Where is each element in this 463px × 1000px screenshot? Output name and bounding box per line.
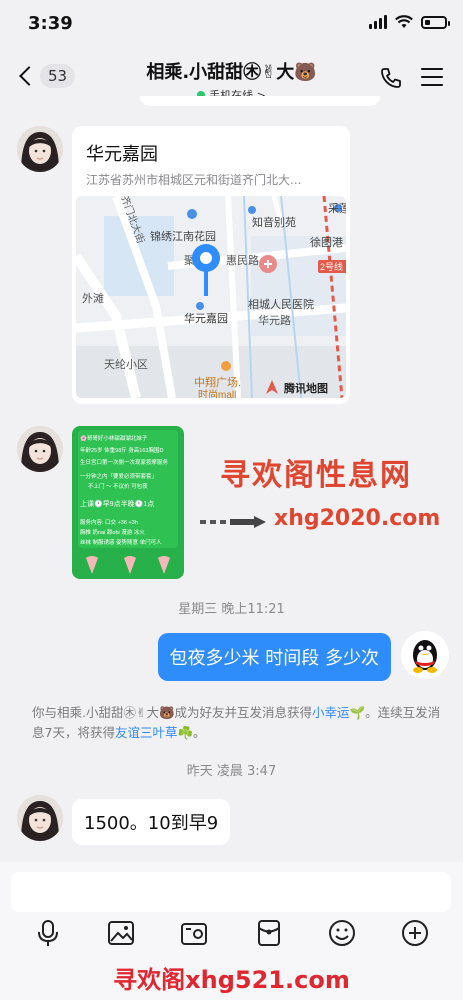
map-provider: 腾讯地图 <box>284 381 328 395</box>
watermark-site-name: 寻欢阁性息网 <box>220 458 412 493</box>
map-label-jinxiu: 锦绣江南花园 <box>150 229 216 243</box>
battery-icon <box>421 15 450 29</box>
map-label-line2: 2号线 <box>320 261 343 272</box>
image-line: 生日宫口第一次侧一次现家按摩服务 <box>80 458 169 466</box>
contact-avatar[interactable] <box>17 426 63 472</box>
back-button[interactable]: 53 <box>18 64 76 88</box>
image-line: 上课🕐早9点半晚🕐1点 <box>80 499 154 508</box>
watermark: 寻欢阁性息网 xhg2020.com <box>200 450 462 560</box>
map-label-tianlun: 天纶小区 <box>104 357 148 371</box>
map-label-huayuan: 华元嘉园 <box>184 311 228 325</box>
location-message-card[interactable]: 华元嘉园 江苏省苏州市相城区元和街道齐门北大... 外滩 天纶小区 锦绣江南花园… <box>72 126 350 404</box>
image-icon[interactable] <box>106 918 136 948</box>
incoming-message[interactable]: 1500。10到早9 <box>72 799 231 845</box>
plus-icon[interactable] <box>400 918 430 948</box>
location-name: 华元嘉园 <box>86 144 158 165</box>
map-label-zhiyin: 知音别苑 <box>252 215 296 229</box>
battery-level <box>425 19 430 25</box>
location-address: 江苏省苏州市相城区元和街道齐门北大... <box>86 173 302 187</box>
arrow-right-icon <box>200 516 266 528</box>
image-line: 年龄25岁 体重98斤 身高163胸围D <box>80 446 163 454</box>
footer-watermark: 寻欢阁xhg521.com <box>113 966 350 994</box>
map-label-xutu: 徐图港 <box>310 235 343 249</box>
map-label-huayuanlu: 华元路 <box>258 313 291 327</box>
image-line: 不上门 ～ 不议价 可包夜 <box>88 482 148 490</box>
emoji-icon[interactable] <box>327 918 357 948</box>
image-line: 一分钟之内「要爱必须带套套」 <box>80 472 157 480</box>
unread-count-badge: 53 <box>40 64 76 88</box>
image-line: 🌸哥哥好小林甜甜湖北妹子 <box>80 434 148 442</box>
status-bar: 3:39 <box>0 0 463 50</box>
outgoing-message[interactable]: 包夜多少米 时间段 多少次 <box>157 633 391 681</box>
watermark-url: xhg2020.com <box>274 506 441 531</box>
menu-icon[interactable] <box>421 68 443 86</box>
red-packet-icon[interactable] <box>254 918 284 948</box>
chevron-left-icon <box>19 66 39 86</box>
lucky-link[interactable]: 小幸运 <box>312 705 350 720</box>
image-message[interactable]: 🌸哥哥好小林甜甜湖北妹子 年龄25岁 体重98斤 身高163胸围D 生日宫口第一… <box>72 426 184 579</box>
system-notice-text: 你与相乘.小甜甜㊍✌大🐻成为好友并互发消息获得 <box>32 705 313 720</box>
signal-icon <box>369 15 387 29</box>
contact-avatar[interactable] <box>17 126 63 172</box>
message-input[interactable] <box>11 872 451 912</box>
phone-icon[interactable] <box>379 66 403 90</box>
map-label-shidai: 时尚mall <box>198 388 236 398</box>
status-time: 3:39 <box>28 13 73 34</box>
contact-avatar[interactable] <box>17 795 63 841</box>
timestamp-separator: 星期三 晚上11:21 <box>178 602 285 617</box>
camera-icon[interactable] <box>179 918 209 948</box>
previous-message-edge <box>140 96 380 106</box>
status-icons <box>369 15 450 29</box>
wifi-icon <box>395 15 413 28</box>
input-area: 寻欢阁xhg521.com <box>0 862 463 1000</box>
microphone-icon[interactable] <box>33 918 63 948</box>
system-notice: 你与相乘.小甜甜㊍✌大🐻成为好友并互发消息获得小幸运🌱。连续互发消息7天，将获得… <box>32 703 442 743</box>
location-map[interactable]: 外滩 天纶小区 锦绣江南花园 知音别苑 徐图港 采莲 齐门北大街 聚 惠民路 2… <box>76 196 346 398</box>
system-notice-text: ☘️。 <box>177 725 206 740</box>
clover-link[interactable]: 友谊三叶草 <box>115 725 178 740</box>
chat-title: 相乘.小甜甜㊍✌大🐻 <box>146 62 317 83</box>
timestamp-separator: 昨天 凌晨 3:47 <box>186 764 277 779</box>
map-label-cailian: 采莲 <box>328 202 346 215</box>
map-label-waitan: 外滩 <box>82 291 104 305</box>
input-toolbar <box>0 918 463 958</box>
map-label-zhongxiang: 中翔广场. <box>194 375 241 389</box>
my-avatar[interactable] <box>401 631 449 679</box>
image-line: 服务内容: 口交 +36 +3h <box>80 518 138 526</box>
map-label-hospital: 相城人民医院 <box>248 297 314 311</box>
map-label-huimin: 惠民路 <box>226 253 259 267</box>
image-line: 丝袜 制服诱惑 姿势随意 单闩可人 <box>80 538 162 546</box>
image-line: 胸推 奶nai 舔obi 漫游 冰火 <box>80 528 145 536</box>
